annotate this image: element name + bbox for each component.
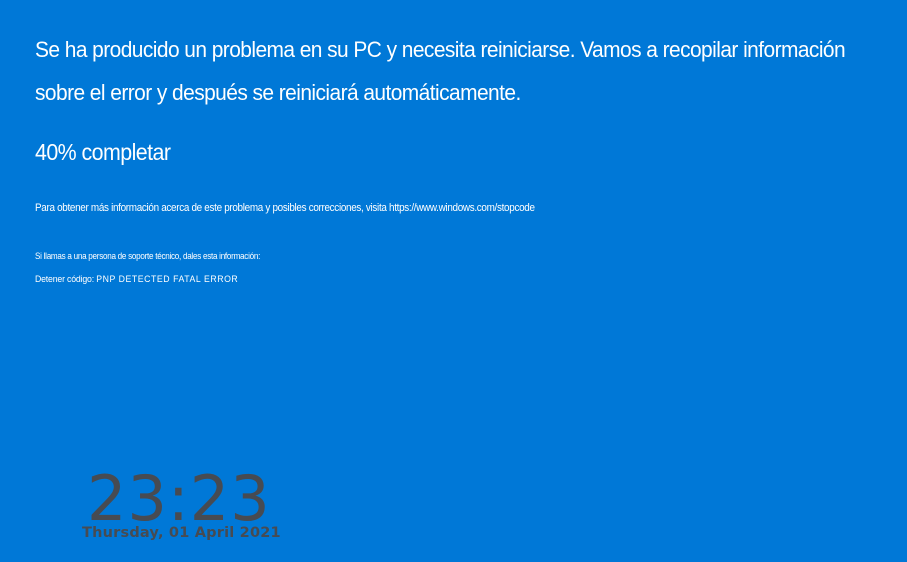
support-info-text: Si llamas a una persona de soporte técni… [35, 251, 261, 261]
error-message: Se ha producido un problema en su PC y n… [35, 28, 846, 114]
clock-time: 23:23 [87, 462, 271, 535]
stop-code-line: Detener código: PNP DETECTED FATAL ERROR [35, 274, 238, 285]
error-message-line-2: sobre el error y después se reiniciará a… [35, 80, 521, 105]
stop-code-value: PNP DETECTED FATAL ERROR [96, 274, 239, 285]
stop-code-label: Detener código: [35, 274, 97, 285]
clock-widget: 23:23 Thursday, 01 April 2021 [82, 462, 282, 542]
clock-date: Thursday, 01 April 2021 [82, 525, 281, 541]
bsod-screen: Se ha producido un problema en su PC y n… [0, 0, 907, 562]
progress-text: 40% completar [35, 139, 171, 165]
error-message-line-1: Se ha producido un problema en su PC y n… [35, 37, 846, 62]
stopcode-info-text: Para obtener más información acerca de e… [35, 202, 535, 214]
